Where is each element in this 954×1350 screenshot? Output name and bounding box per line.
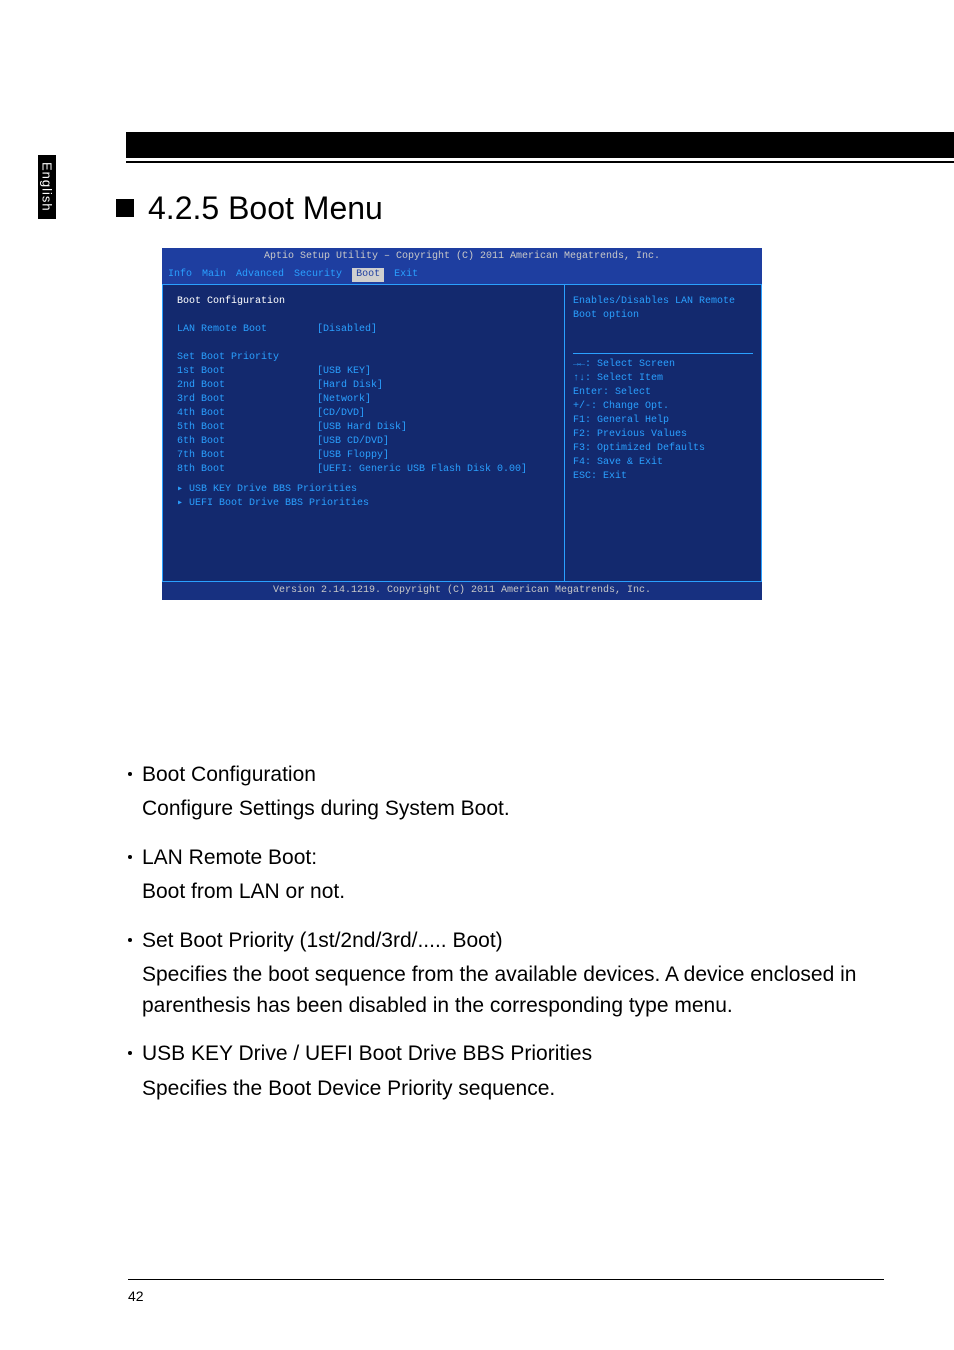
bios-tab: Info	[168, 268, 192, 282]
bios-boot-value: [Hard Disk]	[317, 379, 383, 393]
bios-boot-label: 5th Boot	[177, 421, 317, 435]
bullet-dot-icon	[128, 772, 132, 776]
heading-square-icon	[116, 199, 134, 217]
bios-help-key-line: F1: General Help	[573, 414, 753, 428]
bios-screenshot: Aptio Setup Utility – Copyright (C) 2011…	[162, 248, 762, 600]
bios-boot-row: 8th Boot[UEFI: Generic USB Flash Disk 0.…	[177, 463, 554, 477]
bios-help-key-line: Enter: Select	[573, 386, 753, 400]
bios-boot-row: 6th Boot[USB CD/DVD]	[177, 435, 554, 449]
bios-lan-remote-row: LAN Remote Boot [Disabled]	[177, 323, 554, 337]
footer-rule	[128, 1279, 884, 1280]
content-item-desc: Specifies the Boot Device Priority seque…	[142, 1074, 884, 1104]
bios-tab: Boot	[352, 268, 384, 282]
bios-help-key-line: →←: Select Screen	[573, 358, 753, 372]
bios-help-key-line: ↑↓: Select Item	[573, 372, 753, 386]
bios-boot-label: 1st Boot	[177, 365, 317, 379]
bullet-dot-icon	[128, 855, 132, 859]
bios-boot-value: [USB CD/DVD]	[317, 435, 389, 449]
bios-section-title: Boot Configuration	[177, 295, 554, 309]
side-language-tab: English	[38, 155, 56, 219]
header-black-bar	[126, 132, 954, 158]
bios-boot-label: 7th Boot	[177, 449, 317, 463]
bios-boot-value: [Network]	[317, 393, 371, 407]
bullet-dot-icon	[128, 1051, 132, 1055]
bios-boot-value: [CD/DVD]	[317, 407, 365, 421]
bios-tab: Security	[294, 268, 342, 282]
bios-boot-value: [UEFI: Generic USB Flash Disk 0.00]	[317, 463, 527, 477]
bios-boot-value: [USB KEY]	[317, 365, 371, 379]
bios-footer: Version 2.14.1219. Copyright (C) 2011 Am…	[162, 582, 762, 600]
bios-tab: Advanced	[236, 268, 284, 282]
content-item-title: LAN Remote Boot:	[142, 843, 317, 873]
content-item: USB KEY Drive / UEFI Boot Drive BBS Prio…	[128, 1039, 884, 1104]
bios-help-key-line: ESC: Exit	[573, 470, 753, 484]
bios-boot-row: 1st Boot[USB KEY]	[177, 365, 554, 379]
bios-submenu-item: ▸ UEFI Boot Drive BBS Priorities	[177, 497, 554, 511]
bios-boot-value: [USB Floppy]	[317, 449, 389, 463]
bios-boot-value: [USB Hard Disk]	[317, 421, 407, 435]
bios-boot-row: 4th Boot[CD/DVD]	[177, 407, 554, 421]
bios-boot-row: 7th Boot[USB Floppy]	[177, 449, 554, 463]
bios-help-panel: Enables/Disables LAN Remote Boot option …	[564, 284, 762, 582]
bios-lan-remote-label: LAN Remote Boot	[177, 323, 317, 337]
bios-boot-row: 3rd Boot[Network]	[177, 393, 554, 407]
bios-left-panel: Boot Configuration LAN Remote Boot [Disa…	[162, 284, 564, 582]
content-item: LAN Remote Boot: Boot from LAN or not.	[128, 843, 884, 908]
bios-tab-row: Info Main Advanced Security Boot Exit	[162, 266, 762, 284]
content-item-title: Boot Configuration	[142, 760, 316, 790]
bios-submenu-item: ▸ USB KEY Drive BBS Priorities	[177, 483, 554, 497]
bios-boot-row: 2nd Boot[Hard Disk]	[177, 379, 554, 393]
page-number: 42	[128, 1288, 144, 1304]
content-item-desc: Configure Settings during System Boot.	[142, 794, 884, 824]
content-item: Set Boot Priority (1st/2nd/3rd/..... Boo…	[128, 926, 884, 1021]
bios-help-key-line: F2: Previous Values	[573, 428, 753, 442]
bios-tab: Main	[202, 268, 226, 282]
content-item-desc: Boot from LAN or not.	[142, 877, 884, 907]
content-item-desc: Specifies the boot sequence from the ava…	[142, 960, 884, 1021]
content-item: Boot Configuration Configure Settings dur…	[128, 760, 884, 825]
bullet-dot-icon	[128, 938, 132, 942]
content-item-title: Set Boot Priority (1st/2nd/3rd/..... Boo…	[142, 926, 503, 956]
heading-text: 4.2.5 Boot Menu	[148, 190, 383, 226]
bios-help-text: Enables/Disables LAN Remote Boot option	[573, 295, 753, 323]
content-item-title: USB KEY Drive / UEFI Boot Drive BBS Prio…	[142, 1039, 592, 1069]
bios-help-key-line: +/-: Change Opt.	[573, 400, 753, 414]
bios-tab: Exit	[394, 268, 418, 282]
bios-help-key-line: F3: Optimized Defaults	[573, 442, 753, 456]
bios-boot-label: 8th Boot	[177, 463, 317, 477]
body-text: Boot Configuration Configure Settings dur…	[128, 760, 884, 1122]
bios-help-key-line: F4: Save & Exit	[573, 456, 753, 470]
section-heading: 4.2.5 Boot Menu	[116, 190, 383, 227]
bios-priority-title: Set Boot Priority	[177, 351, 554, 365]
header-divider	[126, 161, 954, 163]
bios-lan-remote-value: [Disabled]	[317, 323, 377, 337]
bios-boot-label: 2nd Boot	[177, 379, 317, 393]
bios-title-bar: Aptio Setup Utility – Copyright (C) 2011…	[162, 248, 762, 266]
bios-boot-label: 6th Boot	[177, 435, 317, 449]
bios-boot-label: 3rd Boot	[177, 393, 317, 407]
bios-boot-label: 4th Boot	[177, 407, 317, 421]
bios-boot-row: 5th Boot[USB Hard Disk]	[177, 421, 554, 435]
bios-help-divider	[573, 353, 753, 354]
